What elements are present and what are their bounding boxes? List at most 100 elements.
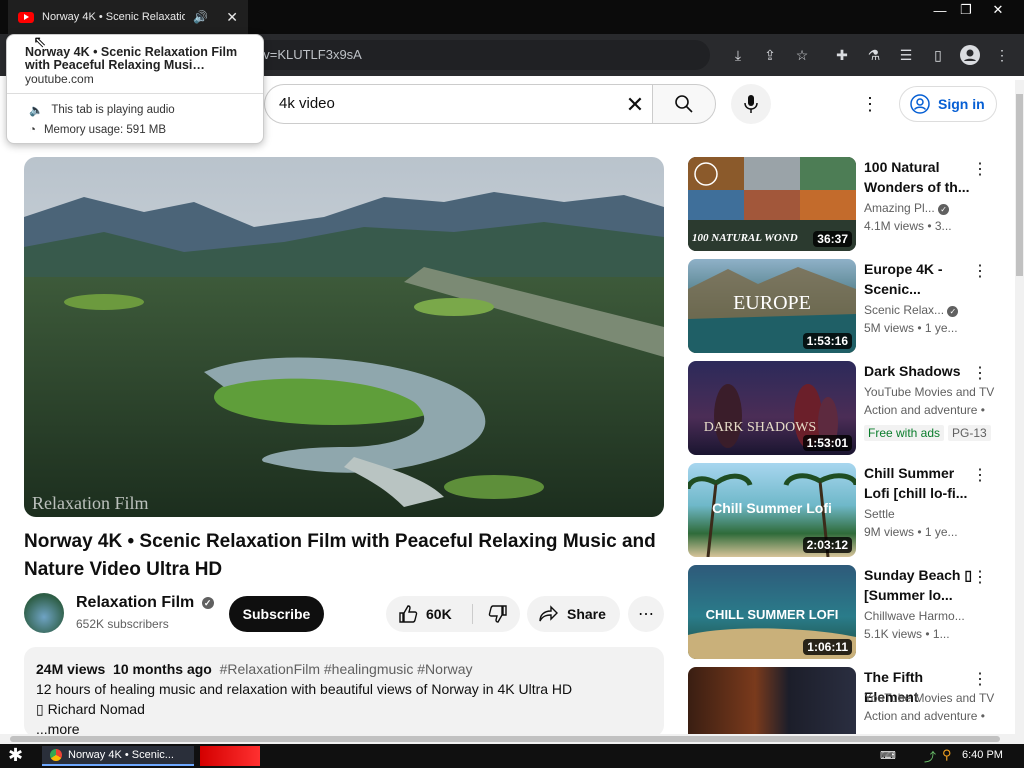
duration-badge: 36:37 [813, 231, 852, 247]
recommendation-thumbnail[interactable]: DARK SHADOWS 1:53:01 [688, 361, 856, 455]
duration-badge: 1:53:01 [802, 435, 852, 451]
recommendation-title[interactable]: Sunday Beach ▯ [Summer lo... [864, 565, 974, 605]
recommendation-item[interactable]: 100 NATURAL WOND 36:37 100 Natural Wonde… [688, 157, 1008, 253]
recommendation-item[interactable]: CHILL SUMMER LOFI 1:06:11 Sunday Beach ▯… [688, 565, 1008, 661]
video-frame-landscape: Relaxation Film [24, 157, 664, 517]
recommendation-thumbnail[interactable]: Chill Summer Lofi 2:03:12 [688, 463, 856, 557]
memory-gauge-icon: ◔ [29, 124, 36, 136]
search-tray-icon[interactable]: ⚲ [942, 747, 952, 763]
search-icon [675, 95, 693, 113]
restore-button[interactable]: ❐ [950, 0, 982, 20]
recommendation-thumbnail[interactable]: 100 NATURAL WOND 36:37 [688, 157, 856, 251]
recommendation-title[interactable]: Chill Summer Lofi [chill lo-fi... [864, 463, 974, 503]
hover-card-memory-row: ◔ Memory usage: 591 MB [29, 124, 166, 136]
recommendation-channel[interactable]: YouTube Movies and TV [864, 385, 998, 399]
scrollbar-thumb[interactable] [10, 736, 1000, 742]
hashtags[interactable]: #RelaxationFilm #healingmusic #Norway [220, 661, 473, 677]
youtube-favicon-icon [18, 11, 34, 23]
side-panel-icon[interactable]: ▯ [925, 42, 951, 68]
tab-close-icon[interactable]: ✕ [226, 9, 238, 26]
bookmark-star-icon[interactable]: ☆ [789, 42, 815, 68]
mouse-cursor-icon: ⇖ [33, 34, 47, 51]
rating-badge: PG-13 [948, 425, 991, 441]
extensions-icon[interactable]: ✚ [829, 42, 855, 68]
recommendation-menu-icon[interactable]: ⋮ [972, 363, 988, 383]
recommendation-thumbnail[interactable]: EUROPE 1:53:16 [688, 259, 856, 353]
video-player[interactable]: Relaxation Film [24, 157, 664, 517]
recommendation-meta: Action and adventure • [864, 403, 985, 417]
network-tray-icon[interactable]: ⤴ [924, 748, 936, 765]
start-star-icon[interactable]: ✱ [8, 745, 28, 765]
recommendation-thumbnail[interactable] [688, 667, 856, 735]
recommendation-channel[interactable]: Scenic Relax... ✓ [864, 303, 998, 317]
share-label: Share [567, 606, 606, 622]
scrollbar-thumb[interactable] [1016, 94, 1023, 276]
recommendation-item[interactable]: Chill Summer Lofi 2:03:12 Chill Summer L… [688, 463, 1008, 559]
channel-name-text: Relaxation Film [76, 594, 195, 611]
vertical-scrollbar[interactable] [1015, 80, 1024, 735]
browser-menu-icon[interactable]: ⋮ [989, 42, 1015, 68]
subscribe-button[interactable]: Subscribe [229, 596, 324, 632]
thumbs-up-icon [399, 605, 418, 623]
share-page-icon[interactable]: ⇪ [757, 42, 783, 68]
close-window-button[interactable]: ✕ [982, 0, 1014, 20]
recommendation-menu-icon[interactable]: ⋮ [972, 669, 988, 689]
more-actions-button[interactable]: ⋯ [628, 596, 664, 632]
recommendation-thumbnail[interactable]: CHILL SUMMER LOFI 1:06:11 [688, 565, 856, 659]
like-button[interactable]: 60K [386, 596, 472, 632]
share-button[interactable]: Share [527, 596, 620, 632]
install-app-icon[interactable]: ⤓ [725, 42, 751, 68]
recommendation-item[interactable]: EUROPE 1:53:16 Europe 4K - Scenic... Sce… [688, 259, 1008, 355]
recommendation-channel[interactable]: Settle [864, 507, 998, 521]
horizontal-scrollbar[interactable] [0, 734, 1024, 744]
recommendation-item[interactable]: DARK SHADOWS 1:53:01 Dark Shadows YouTub… [688, 361, 1008, 457]
memory-usage-text: Memory usage: 591 MB [43, 124, 167, 136]
voice-search-button[interactable] [731, 84, 771, 124]
recommendation-title[interactable]: Europe 4K - Scenic... [864, 259, 974, 299]
description-box[interactable]: 24M views 10 months ago #RelaxationFilm … [24, 647, 664, 737]
free-with-ads-badge: Free with ads [864, 425, 945, 441]
recommendation-channel[interactable]: Chillwave Harmo... [864, 609, 998, 623]
sign-in-button[interactable]: Sign in [899, 86, 997, 122]
channel-name[interactable]: Relaxation Film ✓ [76, 594, 214, 612]
microphone-icon [744, 95, 758, 113]
clear-search-icon[interactable]: ✕ [622, 92, 648, 118]
thumbnail-text: 100 NATURAL WOND [692, 232, 798, 244]
recommendation-channel[interactable]: YouTube Movies and TV [864, 691, 998, 705]
media-queue-icon[interactable]: ☰ [893, 42, 919, 68]
share-arrow-icon [539, 605, 558, 622]
recommendation-title[interactable]: 100 Natural Wonders of th... [864, 157, 974, 197]
recommendation-menu-icon[interactable]: ⋮ [972, 159, 988, 179]
recommendation-menu-icon[interactable]: ⋮ [972, 261, 988, 281]
taskbar-clock[interactable]: 6:40 PM [962, 749, 1003, 761]
settings-kebab-icon[interactable]: ⋮ [856, 90, 884, 118]
description-meta: 24M views 10 months ago #RelaxationFilm … [36, 659, 652, 679]
recommendation-meta: 5M views • 1 ye... [864, 321, 958, 335]
recommendation-item[interactable]: The Fifth Element YouTube Movies and TV … [688, 667, 1008, 735]
keyboard-tray-icon[interactable]: ⌨ [880, 749, 896, 762]
channel-avatar[interactable] [24, 593, 64, 633]
chrome-app-icon [50, 749, 62, 761]
recommendation-badges: Free with ads PG-13 [864, 425, 998, 441]
verified-check-icon: ✓ [947, 306, 959, 317]
recommendation-menu-icon[interactable]: ⋮ [972, 465, 988, 485]
taskbar-item-chrome[interactable]: Norway 4K • Scenic... [42, 746, 194, 766]
profile-avatar-icon[interactable] [957, 42, 983, 68]
dislike-button[interactable] [478, 596, 518, 632]
recommendation-title[interactable]: Dark Shadows [864, 361, 974, 381]
account-circle-icon [910, 94, 930, 114]
hover-card-audio-row: 🔈 This tab is playing audio [29, 103, 175, 117]
recommendation-channel[interactable]: Amazing Pl... ✓ [864, 201, 998, 215]
tab-norway[interactable]: Norway 4K • Scenic Relaxation 🔊 ✕ [8, 0, 248, 34]
recommendation-menu-icon[interactable]: ⋮ [972, 567, 988, 587]
search-input[interactable]: 4k video [264, 84, 652, 124]
taskbar-item-red[interactable] [200, 746, 260, 766]
labs-flask-icon[interactable]: ⚗ [861, 42, 887, 68]
tab-title: Norway 4K • Scenic Relaxation [42, 11, 186, 23]
search-button[interactable] [652, 84, 716, 124]
upload-age: 10 months ago [113, 661, 212, 677]
thumbnail-text: DARK SHADOWS [704, 420, 816, 435]
duration-badge: 1:53:16 [802, 333, 852, 349]
thumbnail-text: EUROPE [733, 292, 811, 314]
speaker-icon[interactable]: 🔊 [193, 10, 208, 24]
